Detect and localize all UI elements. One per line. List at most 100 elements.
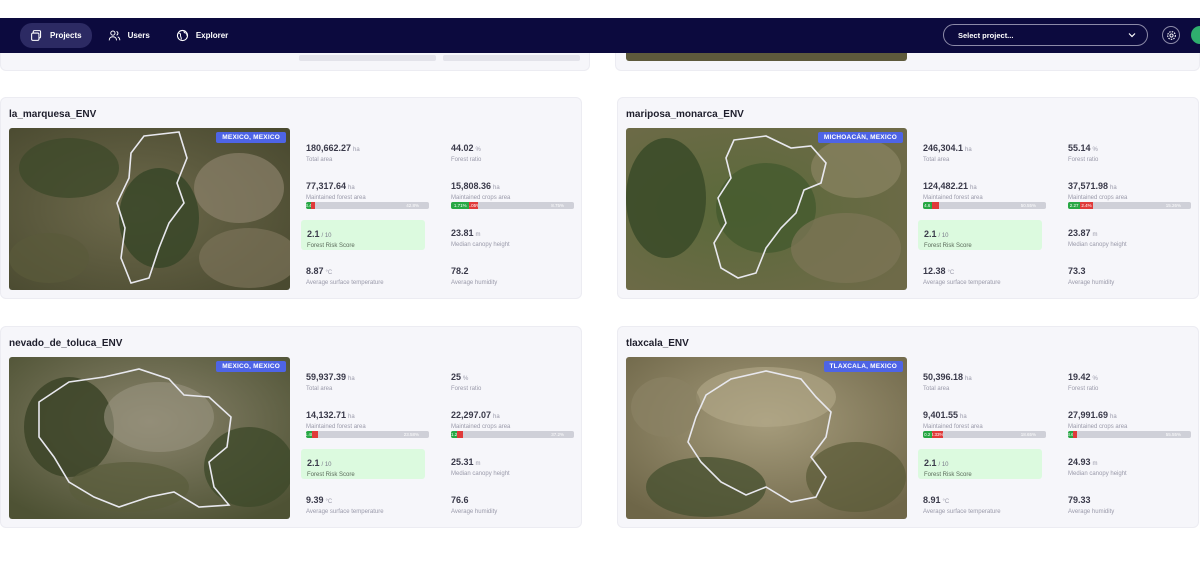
stat-unit: ha [960,414,967,420]
stat-label: Median canopy height [1068,471,1127,477]
forest-area-bar: 4.6 50.55% [923,202,1046,209]
location-badge: MEXICO, MEXICO [216,132,286,143]
project-title: tlaxcala_ENV [626,338,689,349]
project-card[interactable]: tlaxcala_ENV TLAXCALA, MEXICO 50,396.18 h… [617,326,1199,528]
stat-value: 8.91 [923,495,941,505]
forest-risk-score: 2.1/ 10 Forest Risk Score [301,220,425,250]
bar-segment-red: 2.4% [1080,202,1093,209]
project-card[interactable]: mariposa_monarca_ENV MICHOACÁN, MEXICO 2… [617,97,1199,299]
bar-remaining-label: 37.2% [551,432,564,437]
map-image [9,128,290,290]
projects-icon [31,30,42,41]
user-avatar[interactable] [1191,26,1200,44]
stat-label: Average surface temperature [923,280,1001,286]
satellite-map[interactable]: TLAXCALA, MEXICO [626,357,907,519]
stat-unit: °C [942,499,950,505]
partial-map [626,53,907,61]
nav-users[interactable]: Users [98,23,160,48]
location-badge: MEXICO, MEXICO [216,361,286,372]
stat-label: Maintained forest area [306,424,366,430]
partial-stat-bar [299,55,436,61]
bar-segment-green: 1.71% [451,202,470,209]
bar-segment-red: 3.33% [931,431,943,438]
crops-area-bar: 1.2 37.2% [451,431,574,438]
bar-segment-green: 4.6 [923,202,932,209]
stat-value: 59,937.39 [306,372,347,382]
crops-area-stat: 22,297.07 ha Maintained crops area 1.2 37… [451,405,575,438]
stat-label: Average humidity [1068,509,1115,515]
satellite-map[interactable]: MEXICO, MEXICO [9,128,290,290]
stat-value: 9,401.55 [923,410,959,420]
nav-projects[interactable]: Projects [20,23,92,48]
stat-unit: % [475,147,481,153]
stat-unit: % [1092,376,1098,382]
risk-value: 2.1 [924,458,937,468]
stat-label: Total area [923,386,950,392]
stat-unit: °C [947,270,955,276]
bar-remaining-label: 23.58% [403,432,419,437]
stat-value: 73.3 [1068,266,1086,276]
crops-area-stat: 37,571.98 ha Maintained crops area 2.27 2… [1068,176,1192,209]
satellite-map[interactable]: MICHOACÁN, MEXICO [626,128,907,290]
location-badge: TLAXCALA, MEXICO [823,361,903,372]
stat-unit: ha [1110,185,1117,191]
project-card[interactable]: la_marquesa_ENV MEXICO, MEXICO 180,662.2… [0,97,582,299]
forest-risk-score: 2.1/ 10 Forest Risk Score [301,449,425,479]
crops-area-bar: 3.6 55.55% [1068,431,1191,438]
stat-label: Median canopy height [1068,242,1127,248]
stat-unit: ha [353,147,360,153]
stat-unit: m [1092,461,1098,467]
risk-unit: / 10 [321,462,332,468]
top-nav-bar: Projects Users Explorer Select project..… [0,18,1200,53]
map-image [9,357,290,519]
bar-segment-green: 0.2 [923,431,932,438]
stat-label: Maintained forest area [306,195,366,201]
globe-icon [176,29,188,42]
stat-label: Maintained crops area [1068,424,1128,430]
settings-button[interactable] [1162,26,1180,44]
stat-value: 19.42 [1068,372,1091,382]
partial-card-top-right [615,53,1200,71]
stat-unit: ha [493,185,500,191]
stat-value: 25 [451,372,462,382]
bar-segment-red [931,202,939,209]
forest-area-stat: 9,401.55 ha Maintained forest area 0.2 3.… [923,405,1047,438]
forest-ratio-stat: 25% Forest ratio [451,367,575,392]
crops-area-bar: 2.27 2.4% 15.26% [1068,202,1191,209]
nav-users-label: Users [127,31,150,40]
humidity-stat: 78.2 Average humidity [451,261,575,286]
map-image [626,357,907,519]
risk-unit: / 10 [938,233,949,239]
location-badge: MICHOACÁN, MEXICO [817,132,903,143]
project-select-label: Select project... [958,30,1014,40]
crops-area-bar: 1.71% 1.05% 8.75% [451,202,574,209]
stat-unit: % [463,376,469,382]
stat-unit: m [1092,232,1098,238]
project-card[interactable]: nevado_de_toluca_ENV MEXICO, MEXICO 59,9… [0,326,582,528]
risk-label: Forest Risk Score [307,472,355,478]
stat-label: Average surface temperature [306,509,384,515]
stat-value: 23.87 [1068,228,1091,238]
forest-area-bar: 1.48 23.58% [306,431,429,438]
nav-explorer[interactable]: Explorer [166,23,238,48]
partial-card-top-left [0,53,590,71]
stat-label: Maintained crops area [451,424,511,430]
stat-unit: ha [348,376,355,382]
total-area-stat: 59,937.39 ha Total area [306,367,430,392]
stat-value: 8.87 [306,266,324,276]
bar-remaining-label: 42.8% [406,203,419,208]
project-select[interactable]: Select project... [943,24,1148,46]
risk-label: Forest Risk Score [307,243,355,249]
stat-label: Maintained forest area [923,195,983,201]
risk-unit: / 10 [321,233,332,239]
risk-label: Forest Risk Score [924,243,972,249]
bar-segment-red [312,431,319,438]
bar-remaining-label: 55.55% [1165,432,1181,437]
forest-area-stat: 14,132.71ha Maintained forest area 1.48 … [306,405,430,438]
risk-value: 2.1 [307,458,320,468]
stat-value: 76.6 [451,495,469,505]
satellite-map[interactable]: MEXICO, MEXICO [9,357,290,519]
project-title: nevado_de_toluca_ENV [9,338,123,349]
risk-unit: / 10 [938,462,949,468]
stat-unit: °C [325,270,333,276]
